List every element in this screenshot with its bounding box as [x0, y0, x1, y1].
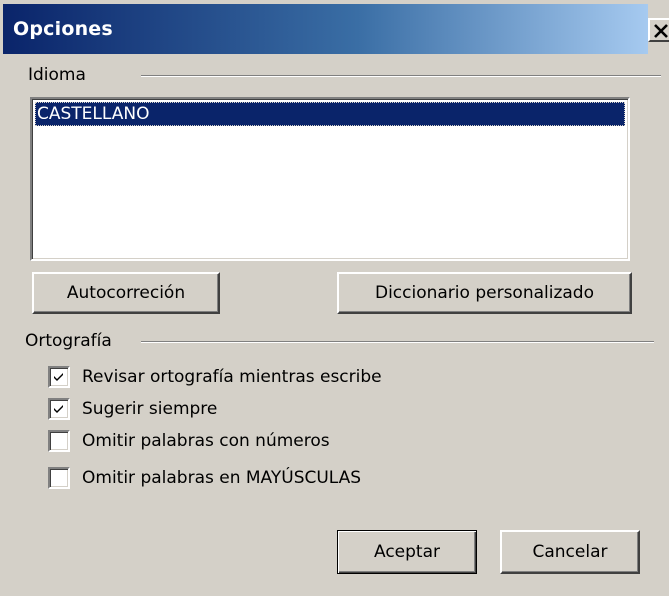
- title-bar[interactable]: Opciones: [3, 0, 669, 58]
- close-icon: [654, 24, 668, 38]
- ortografia-group-label: Ortografía: [25, 330, 118, 352]
- language-listbox[interactable]: CASTELLANO: [30, 97, 630, 261]
- idioma-group-divider: [141, 75, 661, 77]
- autocorrection-button-label: Autocorreción: [66, 283, 186, 303]
- accept-button[interactable]: Aceptar: [337, 530, 477, 574]
- ignore-uppercase-checkbox[interactable]: [48, 467, 70, 489]
- ignore-uppercase-label: Omitir palabras en MAYÚSCULAS: [82, 468, 362, 488]
- language-list-item-castellano[interactable]: CASTELLANO: [35, 102, 625, 126]
- checkmark-icon: [54, 373, 63, 381]
- always-suggest-checkbox[interactable]: [48, 398, 70, 420]
- ortografia-group-divider: [141, 341, 654, 343]
- close-button[interactable]: [648, 18, 669, 42]
- accept-button-label: Aceptar: [374, 542, 440, 562]
- autocorrection-button[interactable]: Autocorreción: [32, 272, 220, 314]
- options-dialog: Opciones Idioma CASTELLANO Autocorreción…: [0, 0, 669, 596]
- window-title: Opciones: [13, 18, 113, 40]
- custom-dictionary-button-label: Diccionario personalizado: [374, 283, 594, 303]
- always-suggest-label: Sugerir siempre: [82, 399, 218, 419]
- ignore-numbers-checkbox[interactable]: [48, 430, 70, 452]
- spell-while-typing-checkbox[interactable]: [48, 366, 70, 388]
- ignore-numbers-label: Omitir palabras con números: [82, 431, 330, 451]
- cancel-button-label: Cancelar: [532, 542, 608, 562]
- idioma-group-label: Idioma: [28, 64, 92, 86]
- checkmark-icon: [54, 405, 63, 413]
- spell-while-typing-label: Revisar ortografía mientras escribe: [82, 367, 382, 387]
- cancel-button[interactable]: Cancelar: [500, 530, 640, 574]
- custom-dictionary-button[interactable]: Diccionario personalizado: [337, 272, 632, 314]
